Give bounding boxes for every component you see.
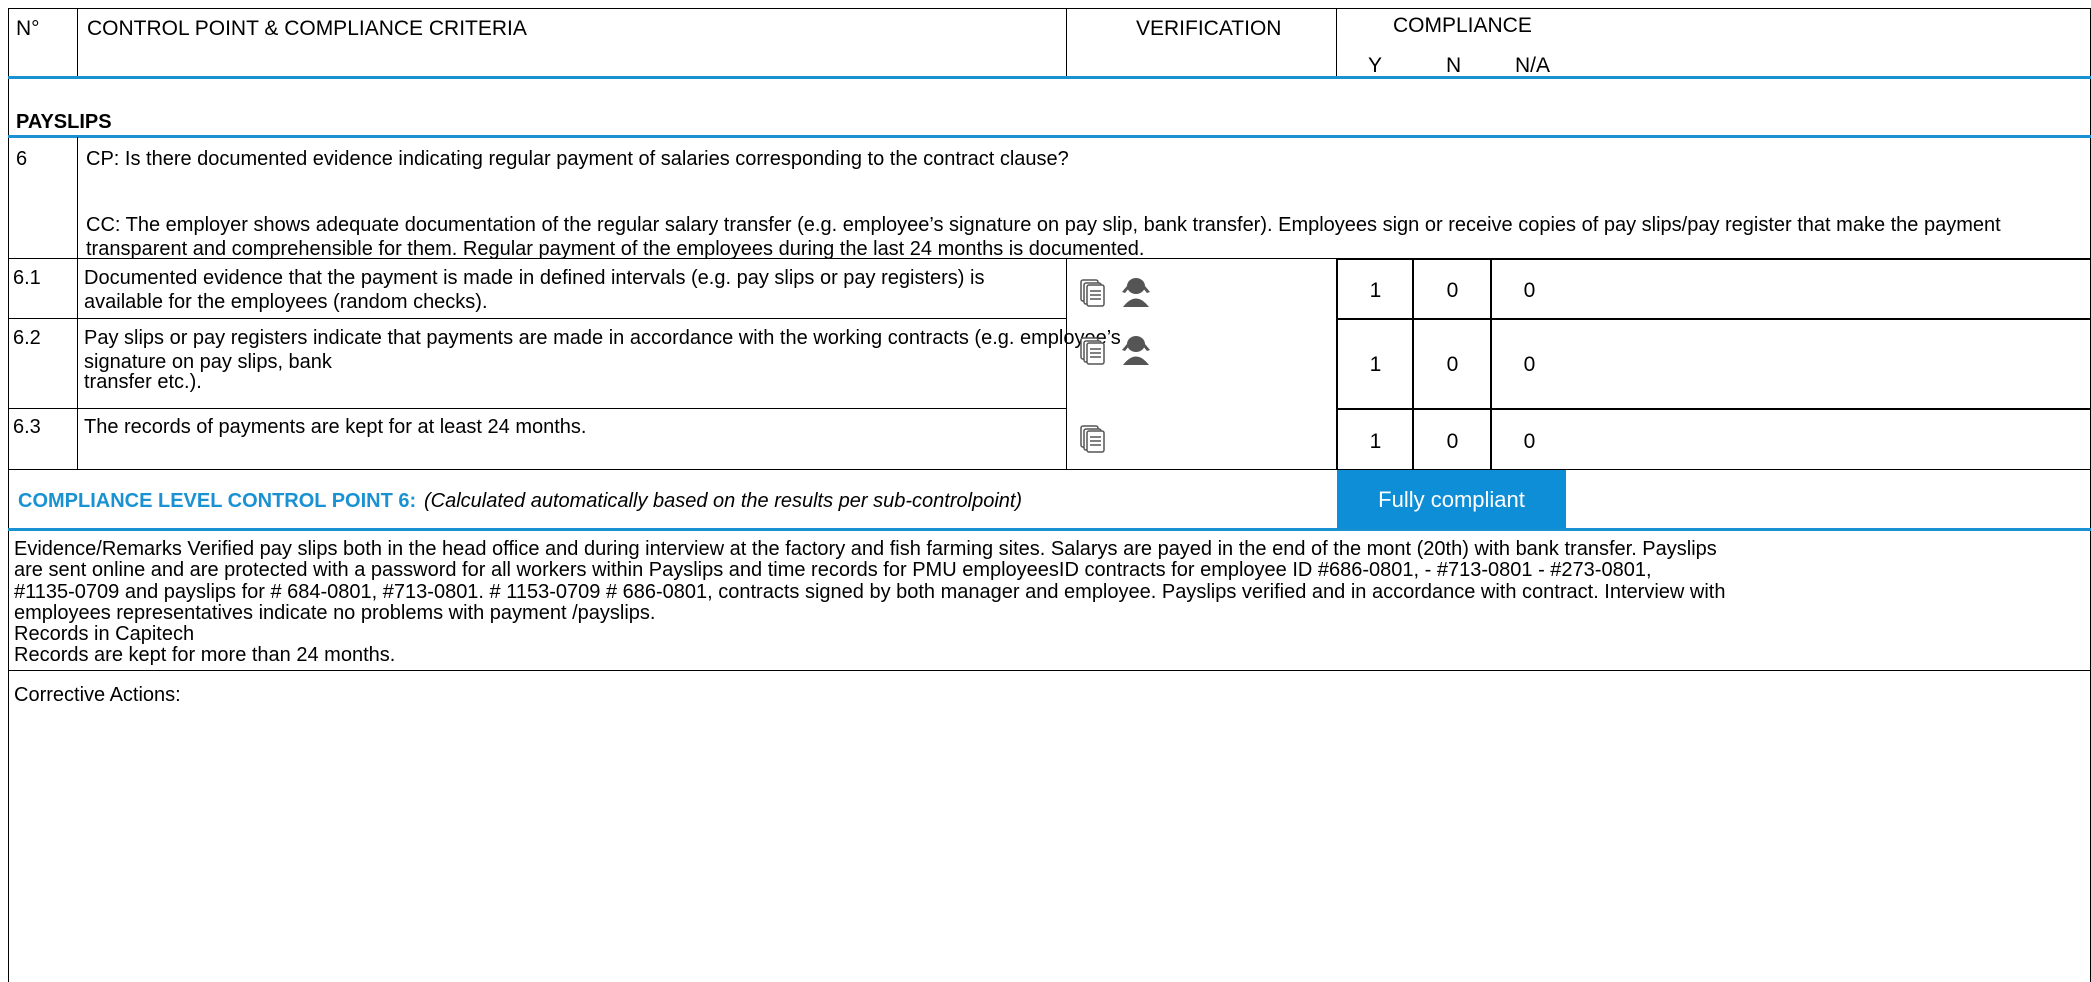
answer-no: 0 <box>1446 279 1459 302</box>
control-point-number: 6 <box>16 148 28 170</box>
answer-yes: 1 <box>1369 279 1382 302</box>
answer-na: 0 <box>1523 353 1536 376</box>
answer-na: 0 <box>1523 430 1536 453</box>
document-stack-icon <box>1080 425 1105 453</box>
evidence-line: Records are kept for more than 24 months… <box>14 644 396 666</box>
header-no: N° <box>16 17 40 40</box>
evidence-line: are sent online and are protected with a… <box>14 559 1652 581</box>
sub-point-text: The records of payments are kept for at … <box>84 416 587 438</box>
document-stack-icon <box>1080 279 1105 307</box>
answer-no: 0 <box>1446 430 1459 453</box>
header-compliance: COMPLIANCE <box>1393 14 1532 37</box>
compliance-criteria: CC: The employer shows adequate document… <box>86 214 2001 260</box>
compliance-level-label: COMPLIANCE LEVEL CONTROL POINT 6: <box>18 490 417 512</box>
compliance-result-badge: Fully compliant <box>1337 470 1566 529</box>
answer-na: 0 <box>1523 279 1536 302</box>
header-n: N <box>1446 54 1462 77</box>
sub-point-number: 6.3 <box>13 416 41 438</box>
sub-point-number: 6.1 <box>13 267 41 289</box>
corrective-actions-label: Corrective Actions: <box>14 684 181 706</box>
sub-point-number: 6.2 <box>13 327 41 349</box>
header-control-point: CONTROL POINT & COMPLIANCE CRITERIA <box>87 17 527 40</box>
answer-yes: 1 <box>1369 430 1382 453</box>
header-na: N/A <box>1515 54 1551 77</box>
header-verification: VERIFICATION <box>1136 17 1282 40</box>
sub-point-text: Documented evidence that the payment is … <box>84 267 985 313</box>
section-title: PAYSLIPS <box>16 111 112 133</box>
interview-person-icon <box>1122 278 1150 307</box>
header-y: Y <box>1368 54 1383 77</box>
compliance-level-note: (Calculated automatically based on the r… <box>424 490 1023 512</box>
sub-point-text-line: transfer etc.). <box>84 371 202 393</box>
interview-person-icon <box>1122 336 1150 365</box>
sub-point-text-line: Pay slips or pay registers indicate that… <box>84 327 1121 349</box>
answer-no: 0 <box>1446 353 1459 376</box>
answer-yes: 1 <box>1369 353 1382 376</box>
document-stack-icon <box>1080 337 1105 365</box>
control-point-question: CP: Is there documented evidence indicat… <box>86 148 1069 170</box>
